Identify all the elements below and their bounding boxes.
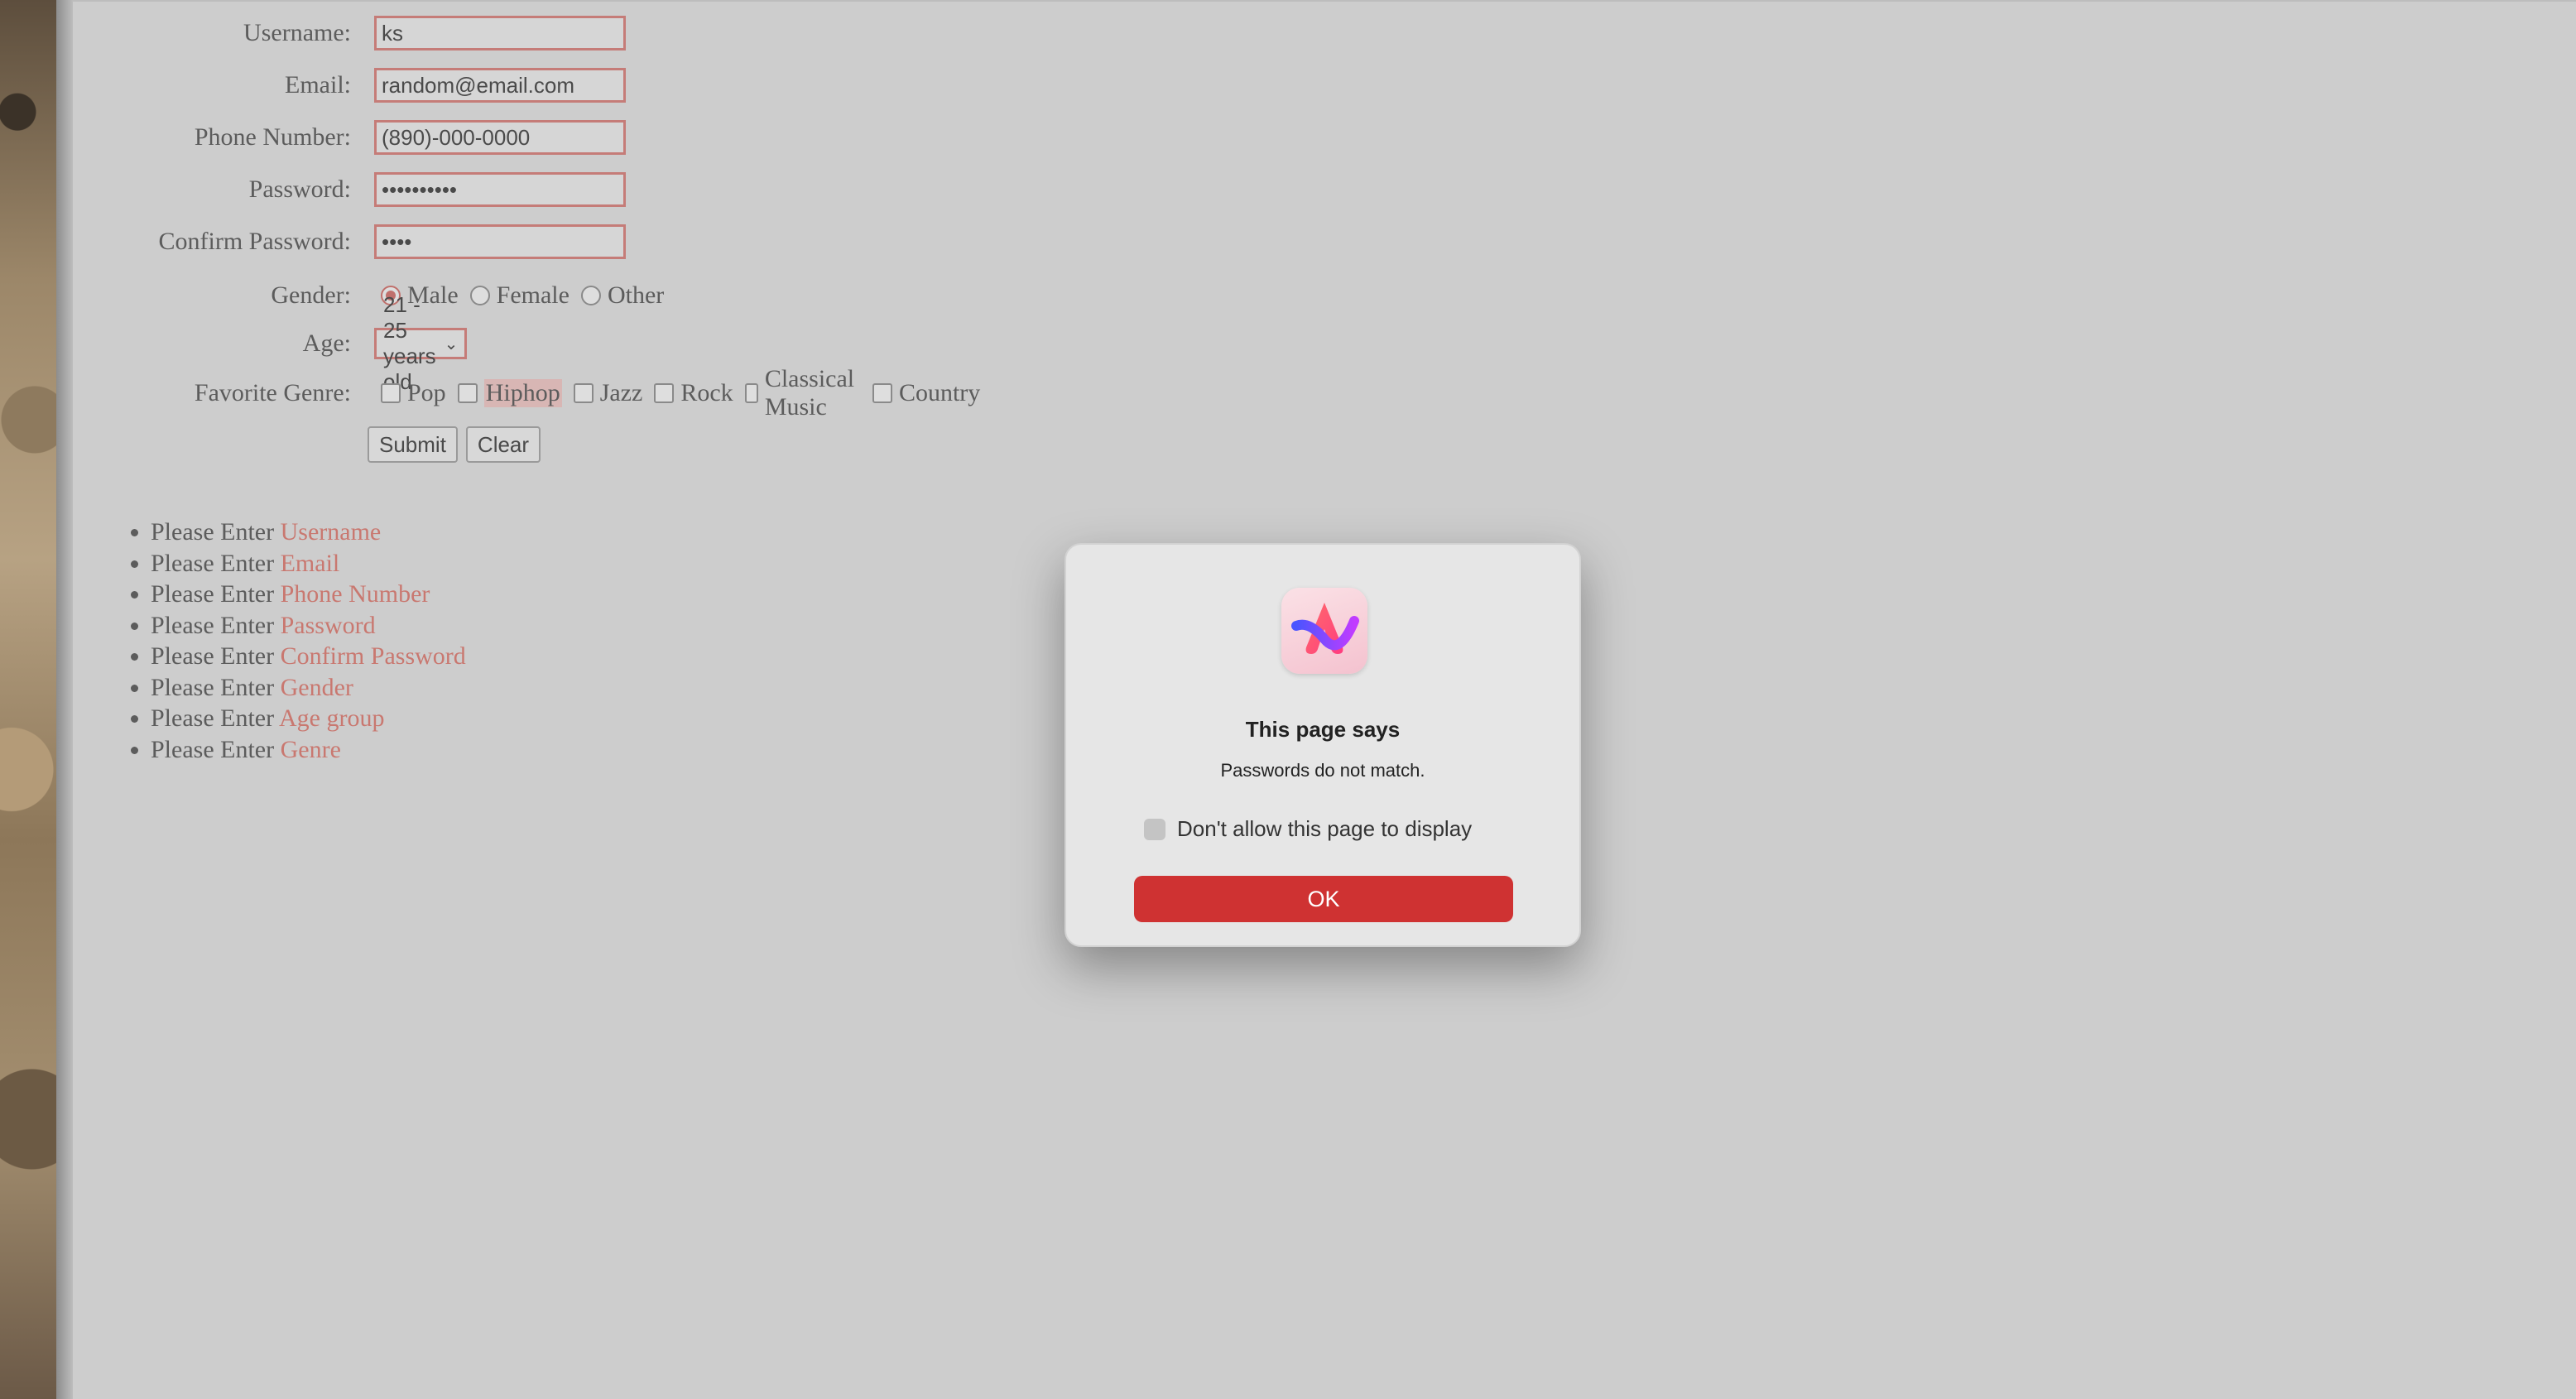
password-row: Password: •••••••••• (73, 171, 626, 208)
phone-row: Phone Number: (890)-000-0000 (73, 119, 626, 156)
genre-option-classical[interactable]: Classical Music (744, 365, 861, 421)
gender-option-other[interactable]: Other (580, 281, 665, 310)
list-item: Please Enter Email (151, 548, 466, 579)
checkbox-hiphop[interactable] (457, 383, 478, 403)
error-prefix: Please Enter (151, 735, 275, 763)
phone-label: Phone Number: (194, 123, 351, 151)
list-item: Please Enter Gender (151, 672, 466, 704)
genre-pop-label: Pop (407, 379, 446, 406)
error-field: Password (280, 611, 376, 639)
radio-other[interactable] (580, 286, 601, 305)
age-select[interactable]: 21 - 25 years old ⌄ (374, 292, 468, 394)
arc-browser-icon (1281, 588, 1367, 674)
genre-label: Favorite Genre: (194, 379, 351, 406)
genre-country-label: Country (898, 379, 981, 406)
error-prefix: Please Enter (151, 580, 275, 608)
dont-allow-checkbox[interactable] (1144, 818, 1165, 840)
phone-input[interactable]: (890)-000-0000 (374, 120, 626, 155)
age-label: Age: (302, 329, 351, 357)
genre-option-rock[interactable]: Rock (654, 379, 733, 407)
password-label: Password: (248, 175, 351, 203)
gender-option-female[interactable]: Female (469, 281, 570, 310)
password-input[interactable]: •••••••••• (374, 172, 626, 207)
error-prefix: Please Enter (151, 673, 275, 701)
username-label: Username: (243, 19, 351, 46)
username-input[interactable]: ks (374, 16, 626, 50)
gender-other-label: Other (607, 281, 665, 309)
dont-allow-label: Don't allow this page to display (1177, 816, 1473, 841)
error-field: Age group (278, 704, 385, 732)
clear-button[interactable]: Clear (465, 426, 541, 463)
genre-classical-label: Classical Music (764, 365, 855, 421)
ok-button[interactable]: OK (1134, 876, 1513, 922)
email-row: Email: random@email.com (73, 67, 626, 103)
error-field: Gender (280, 673, 353, 701)
desktop-wallpaper (0, 0, 58, 1399)
genre-option-hiphop[interactable]: Hiphop (457, 379, 562, 407)
email-label: Email: (285, 71, 351, 99)
dialog-title: This page says (1245, 717, 1401, 742)
error-field: Username (280, 518, 382, 546)
checkbox-pop[interactable] (381, 383, 401, 403)
error-prefix: Please Enter (151, 611, 275, 639)
list-item: Please Enter Confirm Password (151, 641, 466, 672)
error-field: Genre (280, 735, 341, 763)
form-buttons: Submit Clear (368, 426, 549, 463)
genre-checkbox-group: Pop Hiphop Jazz Rock Classical Music Cou… (381, 365, 992, 421)
list-item: Please Enter Genre (151, 734, 466, 766)
error-field: Email (280, 549, 340, 577)
error-prefix: Please Enter (151, 549, 275, 577)
submit-button[interactable]: Submit (368, 426, 458, 463)
list-item: Please Enter Password (151, 610, 466, 642)
error-field: Confirm Password (280, 642, 466, 670)
age-row: Age: 21 - 25 years old ⌄ (73, 292, 468, 394)
dont-allow-checkbox-row[interactable]: Don't allow this page to display (1144, 816, 1472, 842)
dialog-message: Passwords do not match. (1220, 760, 1425, 781)
confirm-password-row: Confirm Password: •••• (73, 224, 626, 260)
window-edge (56, 0, 73, 1399)
list-item: Please Enter Age group (151, 703, 466, 734)
chevron-down-icon: ⌄ (444, 334, 459, 353)
checkbox-jazz[interactable] (573, 383, 594, 403)
checkbox-classical[interactable] (744, 383, 758, 403)
checkbox-rock[interactable] (654, 383, 675, 403)
list-item: Please Enter Phone Number (151, 579, 466, 610)
error-prefix: Please Enter (151, 518, 275, 546)
genre-rock-label: Rock (680, 379, 733, 406)
genre-jazz-label: Jazz (599, 379, 643, 406)
username-row: Username: ks (73, 15, 626, 51)
email-input[interactable]: random@email.com (374, 68, 626, 103)
genre-hiphop-label: Hiphop (483, 379, 562, 407)
confirm-password-label: Confirm Password: (158, 228, 352, 255)
error-field: Phone Number (280, 580, 430, 608)
error-prefix: Please Enter (151, 642, 275, 670)
confirm-password-input[interactable]: •••• (374, 224, 626, 259)
genre-option-country[interactable]: Country (872, 379, 980, 407)
checkbox-country[interactable] (872, 383, 892, 403)
radio-female[interactable] (469, 286, 490, 305)
genre-option-jazz[interactable]: Jazz (573, 379, 643, 407)
list-item: Please Enter Username (151, 517, 466, 548)
alert-dialog: This page says Passwords do not match. D… (1065, 543, 1581, 947)
error-prefix: Please Enter (151, 704, 275, 732)
gender-label: Gender: (271, 281, 351, 309)
gender-row: Gender: Male Female Other (73, 277, 664, 314)
genre-option-pop[interactable]: Pop (381, 379, 446, 407)
gender-female-label: Female (496, 281, 570, 309)
validation-error-list: Please Enter Username Please Enter Email… (116, 517, 466, 765)
genre-row: Favorite Genre: Pop Hiphop Jazz Rock Cla… (73, 365, 980, 421)
